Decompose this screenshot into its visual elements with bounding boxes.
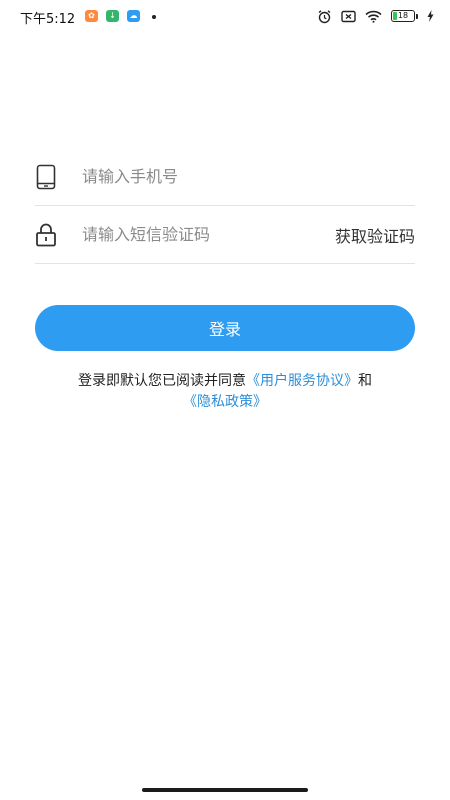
notification-dot xyxy=(152,15,156,19)
agreement-and-text: 和 xyxy=(358,373,372,389)
status-bar: 下午5:12 ✿ ↓ ☁ 18 xyxy=(0,0,450,32)
agreement-text: 登录即默认您已阅读并同意 xyxy=(78,373,246,389)
battery-level: 18 xyxy=(397,11,409,20)
phone-icon xyxy=(35,163,57,191)
download-icon: ↓ xyxy=(106,10,119,22)
code-row: 获取验证码 xyxy=(35,206,415,264)
charging-icon xyxy=(427,10,434,22)
app-notification-icon: ✿ xyxy=(85,10,98,22)
battery-icon: 18 xyxy=(391,10,418,22)
get-code-button[interactable]: 获取验证码 xyxy=(335,223,415,247)
user-agreement-link[interactable]: 《用户服务协议》 xyxy=(246,373,358,389)
phone-input[interactable] xyxy=(82,167,415,186)
cloud-icon: ☁ xyxy=(127,10,140,22)
no-sim-icon xyxy=(341,10,356,22)
login-button[interactable]: 登录 xyxy=(35,305,415,351)
phone-row xyxy=(35,148,415,206)
privacy-policy-link[interactable]: 《隐私政策》 xyxy=(183,394,267,410)
wifi-icon xyxy=(365,10,382,23)
alarm-icon xyxy=(318,9,331,23)
code-input[interactable] xyxy=(82,225,335,244)
lock-icon xyxy=(35,221,57,249)
status-indicators: 18 xyxy=(317,8,434,24)
home-indicator[interactable] xyxy=(142,788,308,792)
status-time: 下午5:12 xyxy=(20,12,76,27)
agreement-notice: 登录即默认您已阅读并同意《用户服务协议》和《隐私政策》 xyxy=(35,371,415,413)
login-form: 获取验证码 xyxy=(35,148,415,264)
